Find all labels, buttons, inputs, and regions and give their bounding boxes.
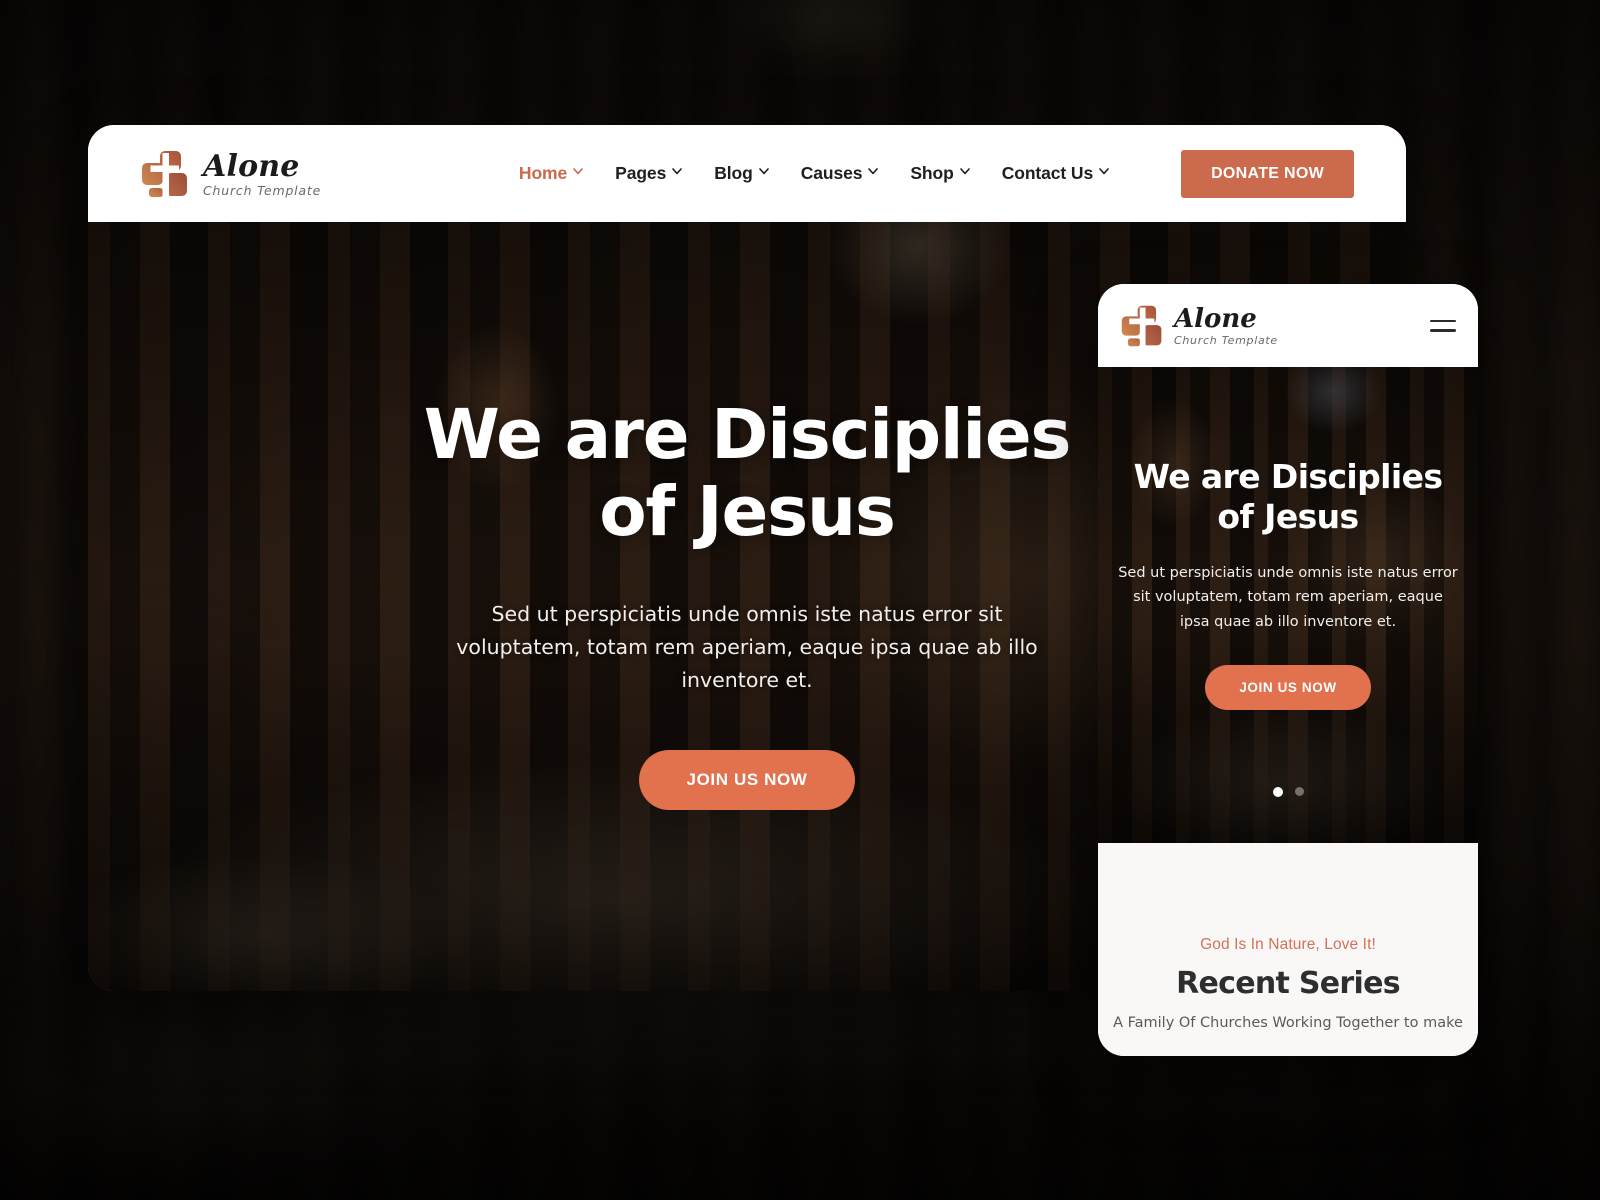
mobile-hero-title: We are Disciplies of Jesus — [1133, 457, 1443, 537]
chevron-down-icon — [672, 167, 683, 177]
section-heading: Recent Series — [1176, 966, 1401, 1001]
nav-item-label: Pages — [615, 163, 667, 183]
carousel-dot-1[interactable] — [1272, 787, 1283, 797]
nav-item-home[interactable]: Home — [518, 163, 583, 184]
chevron-down-icon — [573, 167, 583, 177]
logo-brand-name: Alone — [1174, 303, 1257, 334]
nav-item-pages[interactable]: Pages — [615, 163, 683, 184]
nav-item-label: Shop — [910, 163, 954, 183]
nav-item-causes[interactable]: Causes — [800, 163, 879, 184]
nav-item-label: Causes — [800, 163, 863, 183]
mobile-hero-content: We are Disciplies of Jesus Sed ut perspi… — [1098, 367, 1478, 711]
section-eyebrow: God Is In Nature, Love It! — [1200, 936, 1376, 953]
donate-now-button[interactable]: DONATE NOW — [1181, 149, 1354, 198]
nav-item-label: Blog — [714, 163, 753, 183]
mobile-site-header: Alone Church Template — [1098, 284, 1478, 367]
section-description: A Family Of Churches Working Together to… — [1113, 1015, 1463, 1031]
logo-tagline: Church Template — [203, 182, 322, 198]
carousel-dot-2[interactable] — [1294, 787, 1304, 796]
hero-title: We are Disciplies of Jesus — [387, 395, 1107, 553]
cross-logo-icon — [1120, 304, 1164, 348]
recent-series-section: God Is In Nature, Love It! Recent Series… — [1098, 843, 1478, 1056]
chevron-down-icon — [1099, 167, 1109, 177]
nav-item-contact-us[interactable]: Contact Us — [1001, 163, 1109, 184]
chevron-down-icon — [758, 167, 769, 177]
mobile-hero-subtitle: Sed ut perspiciatis unde omnis iste natu… — [1118, 564, 1458, 631]
nav-item-label: Home — [518, 163, 568, 183]
logo-wordmark: Alone Church Template — [203, 150, 321, 198]
logo-brand-name: Alone — [203, 148, 300, 184]
mobile-logo-wordmark: Alone Church Template — [1174, 306, 1278, 346]
desktop-site-header: Alone Church Template Home Pages Blog Ca… — [88, 125, 1406, 222]
join-us-now-button[interactable]: JOIN US NOW — [638, 750, 856, 811]
logo-tagline: Church Template — [1174, 333, 1278, 347]
hamburger-icon[interactable] — [1430, 319, 1456, 332]
hamburger-bar — [1430, 329, 1456, 332]
nav-item-blog[interactable]: Blog — [714, 163, 769, 184]
mobile-join-us-now-button[interactable]: JOIN US NOW — [1205, 665, 1371, 711]
chevron-down-icon — [868, 167, 879, 177]
cross-logo-icon — [140, 149, 190, 199]
site-logo[interactable]: Alone Church Template — [140, 149, 321, 199]
carousel-dots — [1098, 787, 1478, 797]
hero-subtitle: Sed ut perspiciatis unde omnis iste natu… — [456, 601, 1038, 692]
mobile-hero-section: We are Disciplies of Jesus Sed ut perspi… — [1098, 367, 1478, 843]
hero-title-line-2: of Jesus — [599, 472, 896, 553]
hero-title-line-1: We are Disciplies — [423, 395, 1072, 475]
primary-navigation: Home Pages Blog Causes Shop Contact Us D… — [518, 149, 1354, 198]
mobile-preview-panel: Alone Church Template We are Disciplies … — [1098, 284, 1478, 1056]
chevron-down-icon — [959, 167, 970, 177]
hamburger-bar — [1430, 319, 1456, 322]
nav-item-shop[interactable]: Shop — [910, 163, 970, 184]
nav-item-label: Contact Us — [1001, 163, 1094, 183]
